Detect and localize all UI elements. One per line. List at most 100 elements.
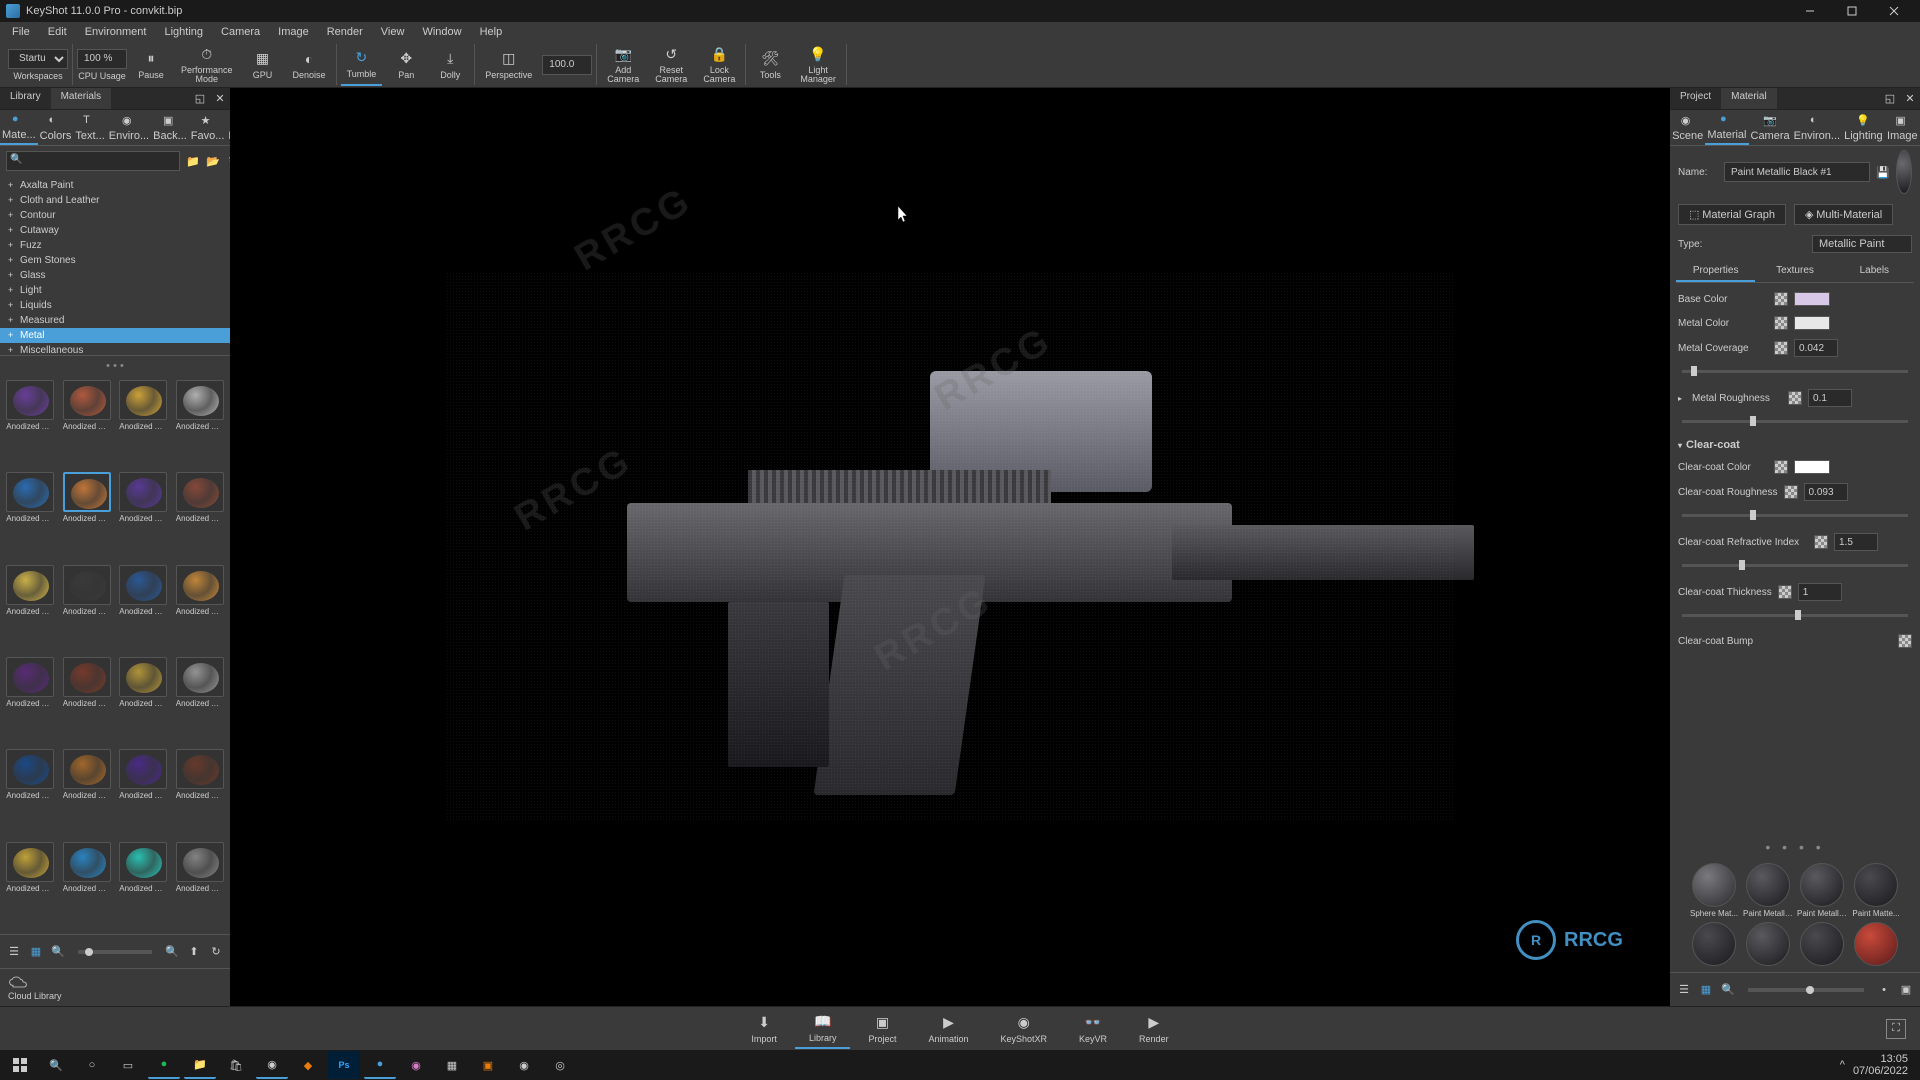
cpu-usage-input[interactable]: [77, 49, 127, 69]
cc-color-swatch[interactable]: [1794, 460, 1830, 474]
project-subtab-environ...[interactable]: ◐Environ...: [1792, 110, 1842, 145]
cc-thick-texture-icon[interactable]: [1778, 585, 1792, 599]
cc-ri-input[interactable]: [1834, 533, 1878, 551]
metal-color-texture-icon[interactable]: [1774, 316, 1788, 330]
library-subtab-0[interactable]: ●Mate...: [0, 110, 38, 145]
category-measured[interactable]: Measured: [0, 313, 230, 328]
app-icon-4[interactable]: ◎: [544, 1051, 576, 1079]
menu-edit[interactable]: Edit: [40, 24, 75, 40]
preview-material-4[interactable]: [1689, 922, 1739, 966]
cc-rough-texture-icon[interactable]: [1784, 485, 1798, 499]
explorer-icon[interactable]: 📁: [184, 1051, 216, 1079]
tray-chevron-icon[interactable]: ^: [1840, 1059, 1845, 1071]
material-swatch-10[interactable]: Anodized Al...: [117, 565, 170, 653]
project-subtab-scene[interactable]: ◉Scene: [1670, 110, 1705, 145]
material-swatch-16[interactable]: Anodized Al...: [4, 749, 57, 837]
material-swatch-7[interactable]: Anodized Al...: [174, 472, 227, 560]
material-swatch-13[interactable]: Anodized Al...: [61, 657, 114, 745]
add-camera-button[interactable]: 📷Add Camera: [601, 44, 645, 86]
material-swatch-12[interactable]: Anodized Al...: [4, 657, 57, 745]
material-search-input[interactable]: [6, 151, 180, 171]
bottom-keyvr[interactable]: 👓KeyVR: [1065, 1009, 1121, 1049]
category-cloth-and-leather[interactable]: Cloth and Leather: [0, 193, 230, 208]
metal-coverage-texture-icon[interactable]: [1774, 341, 1788, 355]
close-button[interactable]: [1874, 1, 1914, 21]
material-swatch-2[interactable]: Anodized Al...: [117, 380, 170, 468]
material-swatch-17[interactable]: Anodized Al...: [61, 749, 114, 837]
app-icon-1[interactable]: ◉: [400, 1051, 432, 1079]
metal-roughness-slider[interactable]: [1682, 420, 1908, 423]
cc-color-texture-icon[interactable]: [1774, 460, 1788, 474]
menu-render[interactable]: Render: [319, 24, 371, 40]
project-subtab-image[interactable]: ▣Image: [1885, 110, 1920, 145]
material-swatch-22[interactable]: Anodized Al...: [117, 842, 170, 930]
save-material-icon[interactable]: 💾: [1876, 164, 1890, 180]
materials-tab[interactable]: Materials: [51, 88, 112, 109]
metal-color-swatch[interactable]: [1794, 316, 1830, 330]
dock-icon[interactable]: ◱: [190, 88, 210, 108]
menu-view[interactable]: View: [373, 24, 413, 40]
denoise-button[interactable]: ◐Denoise: [287, 44, 332, 86]
menu-environment[interactable]: Environment: [77, 24, 155, 40]
keyshot-taskbar-icon[interactable]: ●: [364, 1051, 396, 1079]
bottom-import[interactable]: ⬇Import: [737, 1009, 791, 1049]
prop-tab-textures[interactable]: Textures: [1755, 261, 1834, 282]
preview-material-1[interactable]: Paint Metalli...: [1743, 863, 1793, 918]
category-gem-stones[interactable]: Gem Stones: [0, 253, 230, 268]
cc-bump-texture-icon[interactable]: [1898, 634, 1912, 648]
menu-help[interactable]: Help: [472, 24, 511, 40]
chrome-icon[interactable]: ◉: [256, 1051, 288, 1079]
fullscreen-icon[interactable]: ⛶: [1886, 1019, 1906, 1039]
cloud-library-button[interactable]: Cloud Library: [8, 991, 62, 1001]
lock-camera-button[interactable]: 🔒Lock Camera: [697, 44, 741, 86]
preview-material-5[interactable]: [1743, 922, 1793, 966]
library-subtab-1[interactable]: ◐Colors: [38, 110, 74, 145]
project-subtab-camera[interactable]: 📷Camera: [1749, 110, 1792, 145]
search-footer-icon[interactable]: 🔍: [50, 944, 66, 960]
search-icon-r[interactable]: 🔍: [1720, 982, 1736, 998]
menu-window[interactable]: Window: [414, 24, 469, 40]
start-button[interactable]: [4, 1051, 36, 1079]
obs-icon[interactable]: ◉: [508, 1051, 540, 1079]
cortana-icon[interactable]: ○: [76, 1051, 108, 1079]
close-panel-icon[interactable]: ✕: [210, 88, 230, 108]
viewport[interactable]: RRCG RRCG RRCG RRCG R RRCG: [230, 88, 1670, 1006]
material-swatch-4[interactable]: Anodized Al...: [4, 472, 57, 560]
grid-view-icon-r[interactable]: ▦: [1698, 982, 1714, 998]
preview-size-slider[interactable]: [1748, 988, 1864, 992]
task-view-icon[interactable]: ▭: [112, 1051, 144, 1079]
cc-thick-slider[interactable]: [1682, 614, 1908, 617]
material-swatch-6[interactable]: Anodized Al...: [117, 472, 170, 560]
bottom-render[interactable]: ▶Render: [1125, 1009, 1183, 1049]
category-liquids[interactable]: Liquids: [0, 298, 230, 313]
material-swatch-21[interactable]: Anodized Al...: [61, 842, 114, 930]
maximize-button[interactable]: [1832, 1, 1872, 21]
library-subtab-4[interactable]: ▣Back...: [151, 110, 189, 145]
multi-material-button[interactable]: ◈ Multi-Material: [1794, 204, 1893, 225]
category-glass[interactable]: Glass: [0, 268, 230, 283]
menu-image[interactable]: Image: [270, 24, 317, 40]
library-subtab-2[interactable]: TText...: [73, 110, 106, 145]
preview-material-7[interactable]: [1851, 922, 1901, 966]
prop-tab-labels[interactable]: Labels: [1835, 261, 1914, 282]
thumbnail-size-slider[interactable]: [78, 950, 152, 954]
preview-material-0[interactable]: Sphere Mat...: [1689, 863, 1739, 918]
library-subtab-5[interactable]: ★Favo...: [189, 110, 227, 145]
workspace-dropdown[interactable]: Startup: [8, 49, 68, 69]
bottom-library[interactable]: 📖Library: [795, 1009, 851, 1049]
tumble-button[interactable]: ↻Tumble: [341, 44, 383, 86]
cc-rough-slider[interactable]: [1682, 514, 1908, 517]
expand-icon[interactable]: ▸: [1678, 394, 1682, 403]
cc-ri-texture-icon[interactable]: [1814, 535, 1828, 549]
perspective-input[interactable]: [542, 55, 592, 75]
material-swatch-15[interactable]: Anodized Al...: [174, 657, 227, 745]
performance-mode-button[interactable]: ⏱Performance Mode: [175, 44, 239, 86]
blender-icon[interactable]: ◆: [292, 1051, 324, 1079]
base-color-texture-icon[interactable]: [1774, 292, 1788, 306]
category-miscellaneous[interactable]: Miscellaneous: [0, 343, 230, 356]
material-name-input[interactable]: [1724, 162, 1870, 182]
category-axalta-paint[interactable]: Axalta Paint: [0, 178, 230, 193]
project-tab[interactable]: Project: [1670, 88, 1721, 109]
material-panel-tab[interactable]: Material: [1721, 88, 1777, 109]
preview-material-3[interactable]: Paint Matte...: [1851, 863, 1901, 918]
